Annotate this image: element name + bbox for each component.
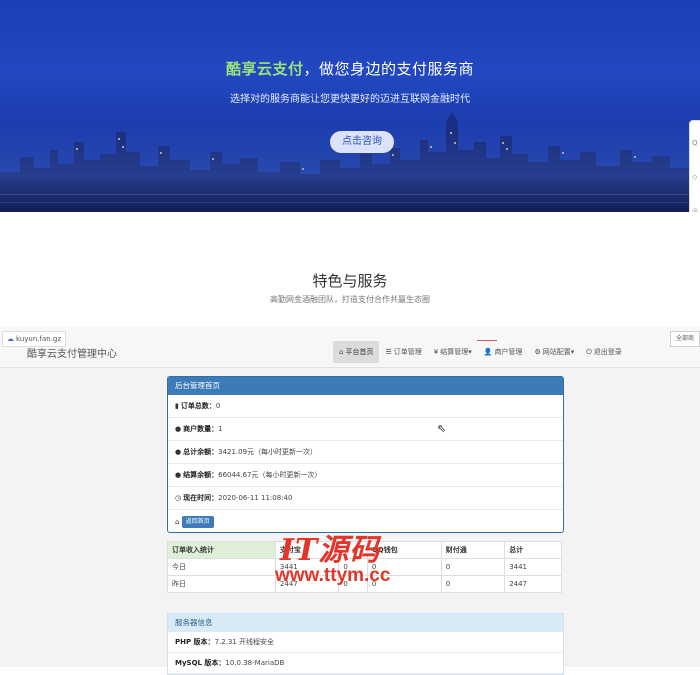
table-header-cell: 财付通 xyxy=(440,541,506,559)
server-info-title: 服务器信息 xyxy=(168,614,563,632)
panel-row: ◷ 现在时间：2020-06-11 11:08:40 xyxy=(168,487,563,510)
server-info-label: MySQL 版本： xyxy=(175,659,226,667)
nav-item-label: 网站配置▾ xyxy=(542,348,575,356)
hero-title-rest: ，做您身边的支付服务商 xyxy=(303,60,475,78)
panel-row-value: 2020-06-11 11:08:40 xyxy=(218,494,293,502)
nav-item-2[interactable]: ¥ 结算管理▾ xyxy=(428,341,478,363)
features-title: 特色与服务 xyxy=(312,272,388,290)
panel-row-label: 商户数量： xyxy=(183,425,219,433)
side-toolbar-icon[interactable]: Q xyxy=(692,139,698,147)
server-info-rows: PHP 版本：7.2.31 开线程安全 MySQL 版本：10.0.38-Mari… xyxy=(168,632,563,674)
panel-row-label: 现在时间： xyxy=(183,494,219,502)
panel-row-value: 3421.09元（每小时更新一次） xyxy=(218,448,318,456)
cloud-icon: ☁ xyxy=(7,335,14,343)
server-info-row: PHP 版本：7.2.31 开线程安全 xyxy=(168,632,563,653)
list-icon: ☰ xyxy=(385,348,392,356)
panel-title: 后台管理首页 xyxy=(168,377,563,395)
nav-item-label: 订单管理 xyxy=(393,348,422,356)
drop-icon: ● xyxy=(175,425,182,433)
nav-item-label: 商户管理 xyxy=(494,348,523,356)
user-icon: 👤 xyxy=(483,348,493,356)
drop-icon: ● xyxy=(175,448,182,456)
mouse-cursor-icon: ⇖ xyxy=(437,422,447,435)
hero-banner: 酷享云支付，做您身边的支付服务商 选择对的服务商能让您更快更好的迈进互联网金融时… xyxy=(0,0,700,212)
url-chip-text: kuyun.fan.gz xyxy=(16,335,62,343)
panel-row: ● 结算余额：66044.67元（每小时更新一次） xyxy=(168,464,563,487)
nav-item-label: 退出登录 xyxy=(593,348,622,356)
table-cell: 今日 xyxy=(167,558,276,576)
power-icon: ⏻ xyxy=(586,348,592,356)
nav-item-5[interactable]: ⏻ 退出登录 xyxy=(580,341,628,363)
table-cell: 2447 xyxy=(504,575,562,593)
corner-chip[interactable]: 全部商 xyxy=(670,331,700,347)
server-info-label: PHP 版本： xyxy=(175,638,215,646)
panel-row-label: 总计余额： xyxy=(183,448,219,456)
nav-item-4[interactable]: ⚙ 网站配置▾ xyxy=(528,341,580,363)
panel-rows: ▮ 订单总数：0 ● 商户数量：1 ● 总计余额：3421.09元（每小时更新一次） ● 结算… xyxy=(168,395,563,510)
hero-subtitle: 选择对的服务商能让您更快更好的迈进互联网金融时代 xyxy=(230,94,470,105)
hero-brand: 酷享云支付 xyxy=(225,60,304,78)
dashboard-panel: 后台管理首页 ▮ 订单总数：0 ● 商户数量：1 ● 总计余额：3421.09元（每小时更… xyxy=(167,376,564,533)
panel-row-value: 66044.67元（每小时更新一次） xyxy=(218,471,322,479)
panel-row: ▮ 订单总数：0 xyxy=(168,395,563,418)
nav-item-label: 平台首页 xyxy=(345,348,374,356)
table-header-cell: 总计 xyxy=(504,541,562,559)
server-info-row: MySQL 版本：10.0.38-MariaDB xyxy=(168,653,563,674)
panel-row-label: 结算余额： xyxy=(183,471,219,479)
gear-icon: ⚙ xyxy=(534,348,541,356)
features-section: 特色与服务 高勤网金酒融团队，打造支付合作共赢生态圈 xyxy=(0,212,700,327)
return-home-button[interactable]: 返回首页 xyxy=(181,516,214,528)
home-icon: ⌂ xyxy=(339,348,344,356)
consult-button[interactable]: 点击咨询 xyxy=(330,131,394,153)
panel-row-value: 0 xyxy=(215,402,221,410)
server-info-value: 7.2.31 开线程安全 xyxy=(214,638,275,646)
hero-title: 酷享云支付，做您身边的支付服务商 xyxy=(0,58,700,79)
nav-item-0[interactable]: ⌂ 平台首页 xyxy=(333,341,380,363)
server-info-value: 10.0.38-MariaDB xyxy=(225,659,285,667)
watermark-logo: IT源码 xyxy=(280,533,381,568)
yen-icon: ¥ xyxy=(433,348,439,356)
table-cell: 3441 xyxy=(504,558,562,576)
admin-screenshot: ☁ kuyun.fan.gz 酷享云支付管理中心 ⌂ 平台首页 ☰ 订单管理 ¥ 结算管理▾… xyxy=(0,327,700,675)
side-toolbar-icon[interactable]: ◇ xyxy=(692,173,697,181)
watermark-url: www.ttym.cc xyxy=(275,565,391,586)
admin-nav: ⌂ 平台首页 ☰ 订单管理 ¥ 结算管理▾ 👤 商户管理 ⚙ 网站配置▾ ⏻ 退出登录 xyxy=(333,341,628,363)
admin-navbar: ☁ kuyun.fan.gz 酷享云支付管理中心 ⌂ 平台首页 ☰ 订单管理 ¥ 结算管理▾… xyxy=(0,327,700,368)
drop-icon: ● xyxy=(175,471,182,479)
nav-item-label: 结算管理▾ xyxy=(440,348,472,356)
home-icon: ⌂ xyxy=(175,518,180,526)
admin-brand[interactable]: 酷享云支付管理中心 xyxy=(27,345,117,360)
bar-chart-icon: ▮ xyxy=(175,402,179,410)
table-cell: 0 xyxy=(440,558,506,576)
nav-item-1[interactable]: ☰ 订单管理 xyxy=(379,341,427,363)
panel-row-label: 订单总数： xyxy=(180,402,216,410)
table-cell: 昨日 xyxy=(167,575,276,593)
server-info-panel: 服务器信息 PHP 版本：7.2.31 开线程安全 MySQL 版本：10.0.3… xyxy=(167,613,564,675)
panel-row: ● 总计余额：3421.09元（每小时更新一次） xyxy=(168,441,563,464)
table-header-cell: 订单收入统计 xyxy=(167,541,276,559)
panel-row: ● 商户数量：1 xyxy=(168,418,563,441)
table-cell: 0 xyxy=(440,575,506,593)
clock-icon: ◷ xyxy=(175,494,182,502)
nav-item-3[interactable]: 👤 商户管理 xyxy=(478,341,529,363)
features-subtitle: 高勤网金酒融团队，打造支付合作共赢生态圈 xyxy=(270,295,430,304)
panel-row-value: 1 xyxy=(218,425,223,433)
